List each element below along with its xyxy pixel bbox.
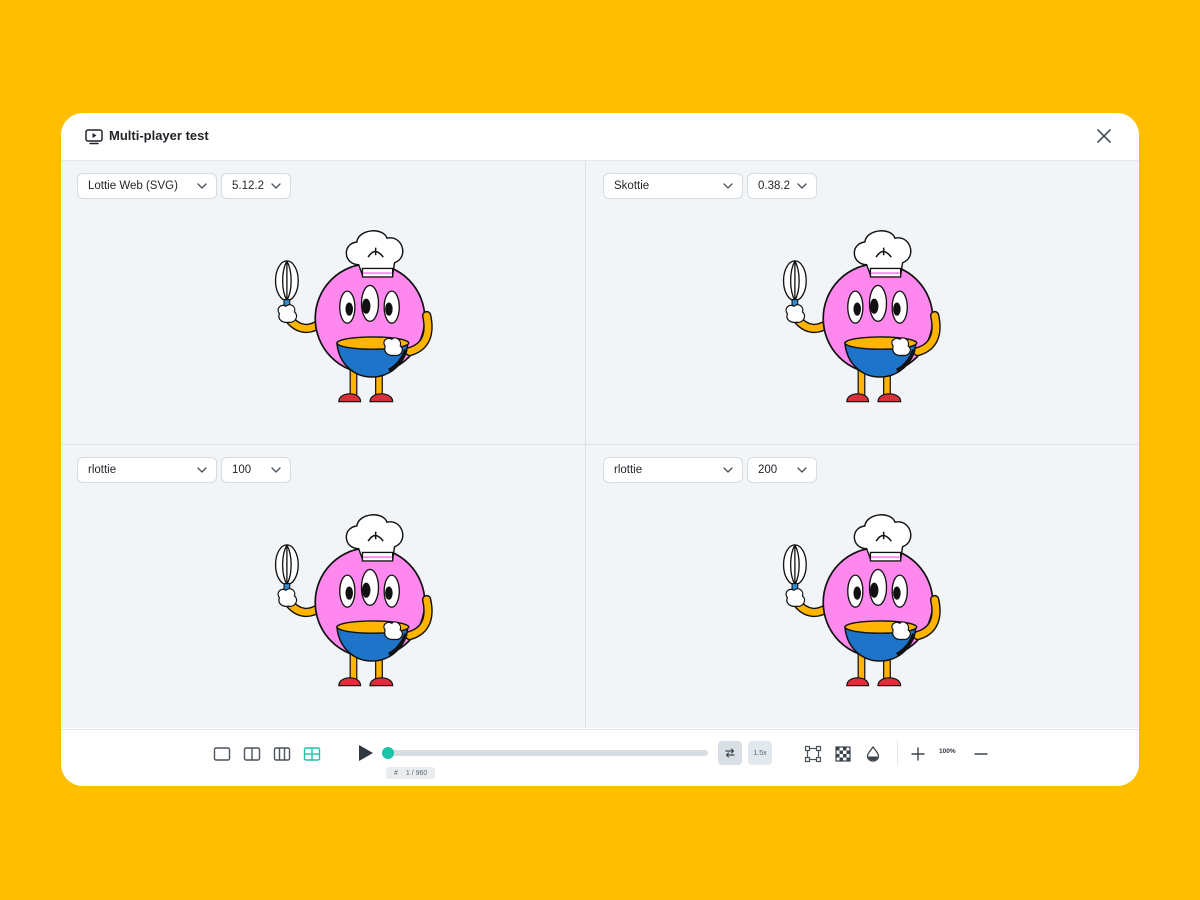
chevron-down-icon <box>271 467 281 473</box>
chevron-down-icon <box>797 183 807 189</box>
chevron-down-icon <box>797 467 807 473</box>
version-select[interactable]: 5.12.2 <box>221 173 291 199</box>
close-icon[interactable] <box>1095 127 1113 145</box>
player-cell-2: Skottie 0.38.2 <box>586 161 1139 445</box>
loop-icon <box>725 748 735 758</box>
speed-button[interactable]: 1.5x <box>748 741 772 765</box>
player-select[interactable]: Skottie <box>603 173 743 199</box>
playback-toolbar: # 1 / 960 1.5x 100% <box>61 729 1139 786</box>
player-cell-4: rlottie 200 <box>586 445 1139 728</box>
chef-animation <box>776 226 946 411</box>
screen-play-icon <box>85 129 103 145</box>
layout-single-icon[interactable] <box>213 745 231 763</box>
player-select-value: rlottie <box>88 464 117 476</box>
version-select-value: 100 <box>232 464 252 476</box>
zoom-out-icon[interactable] <box>972 745 990 763</box>
chevron-down-icon <box>197 183 207 189</box>
toolbar-divider <box>897 741 898 765</box>
window-title: Multi-player test <box>109 128 209 143</box>
player-select-value: rlottie <box>614 464 643 476</box>
frame-counter-badge: # 1 / 960 <box>386 767 436 779</box>
version-select-value: 5.12.2 <box>232 180 264 192</box>
player-select[interactable]: Lottie Web (SVG) <box>77 173 217 199</box>
layout-three-icon[interactable] <box>273 745 291 763</box>
frame-symbol: # <box>394 769 398 777</box>
player-grid: Lottie Web (SVG) 5.12.2 Skottie 0.38.2 r <box>61 161 1139 728</box>
version-select[interactable]: 100 <box>221 457 291 483</box>
player-select-value: Lottie Web (SVG) <box>88 180 178 192</box>
frame-counter: 1 / 960 <box>405 769 428 777</box>
player-select[interactable]: rlottie <box>77 457 217 483</box>
version-select-value: 200 <box>758 464 778 476</box>
version-select-value: 0.38.2 <box>758 180 790 192</box>
zoom-in-icon[interactable] <box>909 745 927 763</box>
player-cell-3: rlottie 100 <box>61 445 586 728</box>
chevron-down-icon <box>723 183 733 189</box>
timeline-scrubber[interactable] <box>382 747 394 759</box>
drop-icon[interactable] <box>864 745 882 763</box>
version-select[interactable]: 0.38.2 <box>747 173 817 199</box>
player-cell-1: Lottie Web (SVG) 5.12.2 <box>61 161 586 445</box>
chevron-down-icon <box>723 467 733 473</box>
multi-player-window: Multi-player test Lottie Web (SVG) 5.12.… <box>61 113 1139 786</box>
timeline-track[interactable] <box>388 750 708 756</box>
zoom-level: 100% <box>939 748 956 755</box>
version-select[interactable]: 200 <box>747 457 817 483</box>
chef-animation <box>268 226 438 411</box>
title-bar: Multi-player test <box>61 113 1139 161</box>
loop-button[interactable] <box>718 741 742 765</box>
layout-grid-icon[interactable] <box>303 745 321 763</box>
chevron-down-icon <box>271 183 281 189</box>
play-icon[interactable] <box>357 743 375 763</box>
player-select-value: Skottie <box>614 180 650 192</box>
bounding-box-icon[interactable] <box>804 745 822 763</box>
player-select[interactable]: rlottie <box>603 457 743 483</box>
chef-animation <box>776 510 946 695</box>
checkerboard-icon[interactable] <box>834 745 852 763</box>
chevron-down-icon <box>197 467 207 473</box>
chef-animation <box>268 510 438 695</box>
layout-two-icon[interactable] <box>243 745 261 763</box>
